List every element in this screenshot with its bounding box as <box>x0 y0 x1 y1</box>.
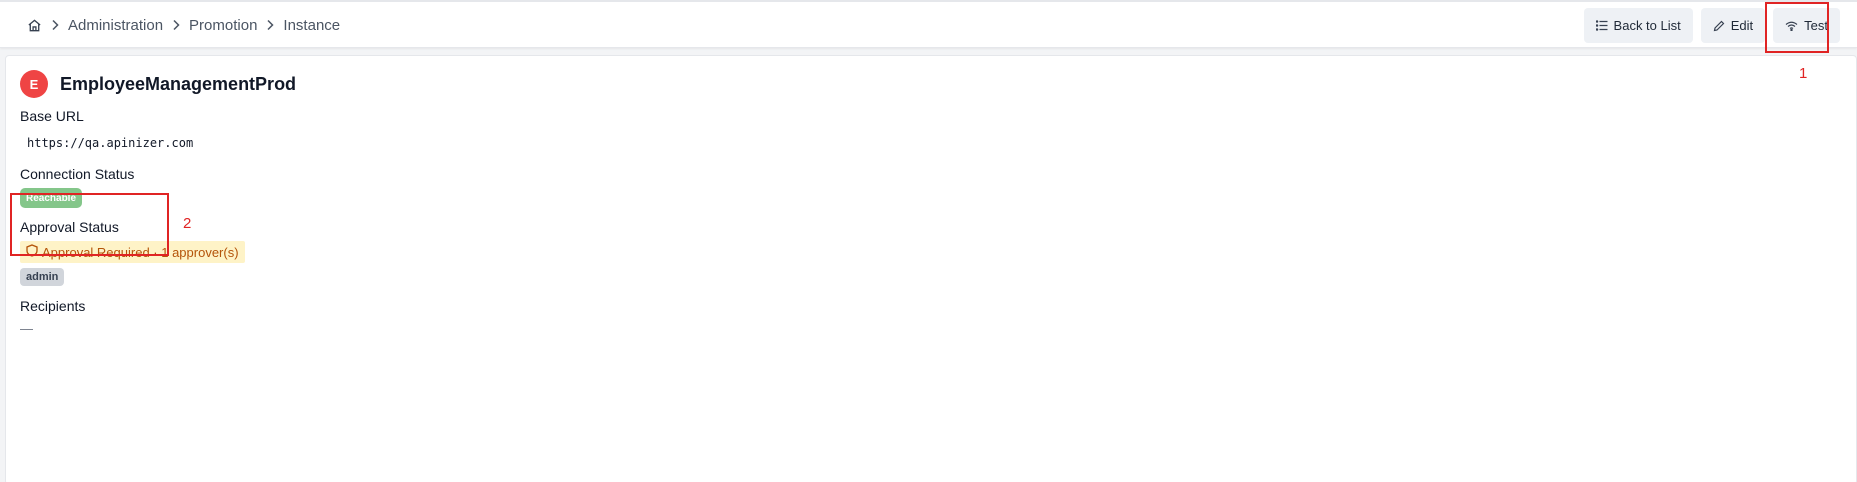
base-url-label: Base URL <box>20 108 84 124</box>
breadcrumb: Administration Promotion Instance <box>26 14 340 36</box>
page-title: EmployeeManagementProd <box>60 73 297 94</box>
recipients-value: — <box>20 321 33 336</box>
back-to-list-label: Back to List <box>1613 18 1681 33</box>
breadcrumb-administration[interactable]: Administration <box>68 17 163 34</box>
approver-chip: admin <box>20 268 65 286</box>
annotation-number-2: 2 <box>183 215 192 232</box>
breadcrumb-instance: Instance <box>283 16 341 34</box>
instance-detail-card: E EmployeeManagementProd Base URL https:… <box>5 55 1857 482</box>
edit-button[interactable]: Edit <box>1700 8 1766 43</box>
list-icon <box>1595 20 1608 31</box>
annotation-number-1: 1 <box>1799 65 1808 82</box>
annotation-box-connection <box>10 193 169 256</box>
home-icon[interactable] <box>26 17 42 33</box>
top-bar: Administration Promotion Instance Back t… <box>0 0 1857 48</box>
chevron-right-icon <box>163 19 189 31</box>
connection-status-label: Connection Status <box>20 166 135 182</box>
title-row: E EmployeeManagementProd <box>20 70 296 98</box>
pencil-icon <box>1713 20 1725 32</box>
chevron-right-icon <box>257 19 283 31</box>
base-url-value: https://qa.apinizer.com <box>27 136 194 150</box>
avatar: E <box>20 70 48 98</box>
breadcrumb-promotion[interactable]: Promotion <box>189 17 257 34</box>
edit-label: Edit <box>1730 18 1754 33</box>
back-to-list-button[interactable]: Back to List <box>1583 8 1693 43</box>
recipients-label: Recipients <box>20 298 86 314</box>
annotation-box-test <box>1765 2 1829 53</box>
chevron-right-icon <box>42 19 68 31</box>
